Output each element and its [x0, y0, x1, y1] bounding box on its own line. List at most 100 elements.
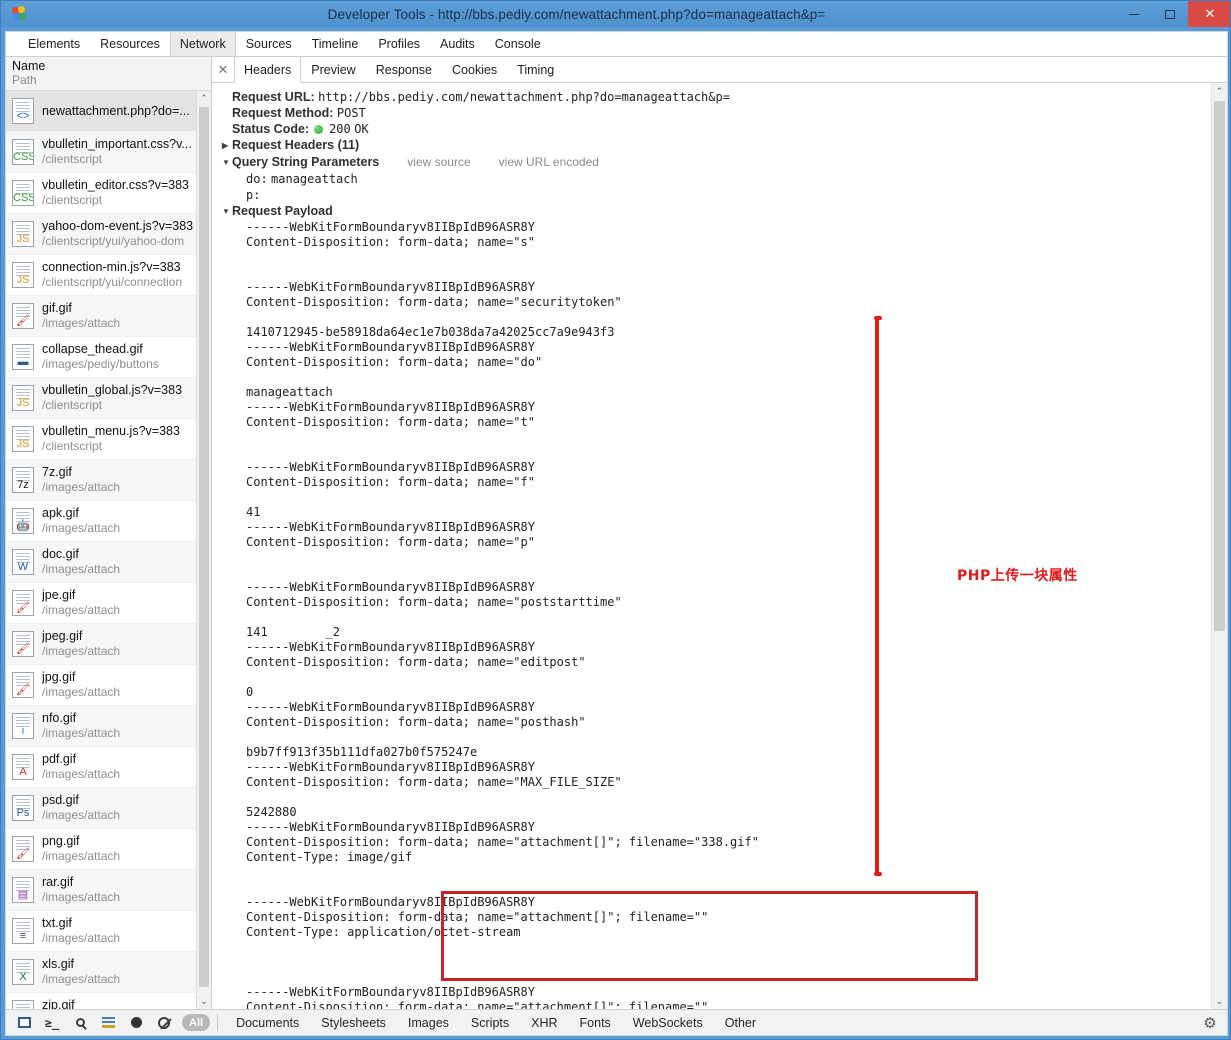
text-file-icon: ≡: [12, 918, 34, 944]
record-icon[interactable]: [122, 1011, 150, 1035]
request-headers-section[interactable]: ▶ Request Headers (11): [222, 137, 1211, 154]
close-icon[interactable]: ✕: [212, 57, 234, 82]
console-drawer-icon[interactable]: ≥_: [38, 1011, 66, 1035]
panel-tabbar: Elements Resources Network Sources Timel…: [6, 32, 1227, 57]
filter-stylesheets[interactable]: Stylesheets: [310, 1011, 397, 1035]
request-path: /images/attach: [42, 808, 121, 822]
request-name: xls.gif: [42, 957, 74, 971]
js-file-icon: JS: [12, 262, 34, 288]
request-list-item[interactable]: 7z 7z.gif/images/attach: [6, 460, 211, 501]
chevron-up-icon[interactable]: ⌃: [197, 91, 211, 106]
request-list-item[interactable]: JS vbulletin_global.js?v=383/clientscript: [6, 378, 211, 419]
tab-network[interactable]: Network: [169, 32, 236, 56]
filter-websockets[interactable]: WebSockets: [622, 1011, 714, 1035]
request-name: vbulletin_important.css?v...: [42, 137, 192, 151]
css-file-icon: CSS: [12, 139, 34, 165]
maximize-button[interactable]: [1152, 1, 1188, 27]
request-list-item[interactable]: ▬ collapse_thead.gif/images/pediy/buttons: [6, 337, 211, 378]
filter-xhr[interactable]: XHR: [520, 1011, 568, 1035]
status-code-row: Status Code: 200 OK: [232, 121, 1211, 137]
detail-tabbar: ✕ Headers Preview Response Cookies Timin…: [212, 57, 1227, 83]
chevron-down-icon[interactable]: ⌄: [1212, 993, 1227, 1009]
chevron-up-icon[interactable]: ⌃: [1212, 83, 1227, 99]
request-path: /images/pediy/buttons: [42, 357, 159, 371]
filter-documents[interactable]: Documents: [225, 1011, 310, 1035]
requests-list-header: Name Path: [6, 57, 211, 91]
request-list-item[interactable]: 🗜zip.gif/images/attach: [6, 993, 211, 1009]
query-param-row: do: manageattach: [232, 171, 1211, 187]
tab-console[interactable]: Console: [485, 32, 551, 56]
document-code-icon: <>: [12, 98, 34, 124]
tab-headers[interactable]: Headers: [234, 57, 302, 83]
js-file-icon: JS: [12, 385, 34, 411]
request-path: /images/attach: [42, 849, 121, 863]
request-list-item[interactable]: CSS vbulletin_important.css?v.../clientsc…: [6, 132, 211, 173]
network-panel-body: Name Path <> newattachment.php?do=... CSS v…: [6, 57, 1227, 1009]
request-list-item[interactable]: JS connection-min.js?v=383/clientscript/y…: [6, 255, 211, 296]
filter-all[interactable]: All: [182, 1014, 211, 1031]
request-path: /images/attach: [42, 316, 121, 330]
scrollbar-thumb[interactable]: [1214, 101, 1225, 631]
request-payload-body: ------WebKitFormBoundaryv8IIBpIdB96ASR8Y…: [246, 220, 759, 1009]
request-list-item[interactable]: JS yahoo-dom-event.js?v=383/clientscript/…: [6, 214, 211, 255]
request-list-item[interactable]: ≡ txt.gif/images/attach: [6, 911, 211, 952]
tab-elements[interactable]: Elements: [18, 32, 90, 56]
tab-timeline[interactable]: Timeline: [302, 32, 369, 56]
minimize-button[interactable]: [1116, 1, 1152, 27]
request-list-item[interactable]: Ps psd.gif/images/attach: [6, 788, 211, 829]
filter-fonts[interactable]: Fonts: [569, 1011, 622, 1035]
request-path: /images/attach: [42, 603, 121, 617]
chevron-down-icon[interactable]: ⌄: [197, 994, 211, 1009]
search-icon[interactable]: [66, 1011, 94, 1035]
request-list-item[interactable]: 🖌 jpe.gif/images/attach: [6, 583, 211, 624]
close-button[interactable]: ✕: [1188, 1, 1230, 27]
request-list-item[interactable]: <> newattachment.php?do=...: [6, 91, 211, 132]
request-name: 7z.gif: [42, 465, 72, 479]
request-list-item[interactable]: JS vbulletin_menu.js?v=383/clientscript: [6, 419, 211, 460]
request-path: /images/attach: [42, 685, 121, 699]
archive-7z-icon: 7z: [12, 467, 34, 493]
tab-timing[interactable]: Timing: [507, 57, 564, 82]
tab-cookies[interactable]: Cookies: [442, 57, 507, 82]
query-string-section[interactable]: ▼ Query String Parameters view source view …: [222, 154, 1211, 171]
tab-response[interactable]: Response: [366, 57, 442, 82]
request-list-item[interactable]: 🖌 png.gif/images/attach: [6, 829, 211, 870]
filter-other[interactable]: Other: [714, 1011, 767, 1035]
tab-sources[interactable]: Sources: [236, 32, 302, 56]
requests-list[interactable]: <> newattachment.php?do=... CSS vbulletin_i…: [6, 91, 211, 1009]
detail-scrollbar[interactable]: ⌃ ⌄: [1211, 83, 1227, 1009]
request-list-item[interactable]: 🖌 gif.gif/images/attach: [6, 296, 211, 337]
request-list-item[interactable]: 🤖 apk.gif/images/attach: [6, 501, 211, 542]
resource-list-icon[interactable]: [94, 1011, 122, 1035]
tab-audits[interactable]: Audits: [430, 32, 485, 56]
request-list-item[interactable]: Wdoc.gif/images/attach: [6, 542, 211, 583]
clear-icon[interactable]: [150, 1011, 178, 1035]
query-param-value: manageattach: [271, 172, 358, 186]
filter-scripts[interactable]: Scripts: [460, 1011, 520, 1035]
request-path: /images/attach: [42, 726, 121, 740]
view-source-link[interactable]: view source: [407, 155, 470, 169]
rar-archive-icon: ▤: [12, 877, 34, 903]
tab-resources[interactable]: Resources: [90, 32, 170, 56]
tab-profiles[interactable]: Profiles: [368, 32, 430, 56]
view-url-encoded-link[interactable]: view URL encoded: [499, 155, 599, 169]
requests-scrollbar[interactable]: ⌃ ⌄: [196, 91, 211, 1009]
status-code-text: OK: [354, 122, 369, 136]
request-list-item[interactable]: 🖌 jpg.gif/images/attach: [6, 665, 211, 706]
request-list-item[interactable]: Apdf.gif/images/attach: [6, 747, 211, 788]
dock-side-icon[interactable]: [10, 1011, 38, 1035]
request-list-item[interactable]: i nfo.gif/images/attach: [6, 706, 211, 747]
scrollbar-thumb[interactable]: [199, 107, 209, 987]
request-payload-section[interactable]: ▼ Request Payload: [222, 203, 1211, 220]
request-list-item[interactable]: Xxls.gif/images/attach: [6, 952, 211, 993]
css-file-icon: CSS: [12, 180, 34, 206]
request-list-item[interactable]: CSS vbulletin_editor.css?v=383/clientscri…: [6, 173, 211, 214]
chevron-down-icon: ▼: [222, 207, 230, 216]
gear-icon[interactable]: ⚙: [1197, 1014, 1223, 1032]
js-file-icon: JS: [12, 426, 34, 452]
request-list-item[interactable]: 🖌 jpeg.gif/images/attach: [6, 624, 211, 665]
tab-preview[interactable]: Preview: [301, 57, 365, 82]
filter-images[interactable]: Images: [397, 1011, 460, 1035]
request-list-item[interactable]: ▤ rar.gif/images/attach: [6, 870, 211, 911]
network-toolbar: ≥_ All Documents Stylesheets Images Scri…: [6, 1009, 1227, 1035]
